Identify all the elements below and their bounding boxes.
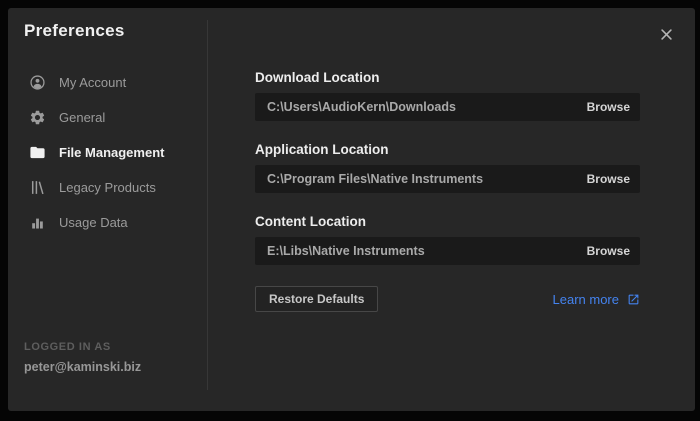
application-browse-button[interactable]: Browse — [587, 172, 630, 186]
download-location-field: C:\Users\AudioKern\Downloads Browse — [255, 93, 640, 121]
download-location-path: C:\Users\AudioKern\Downloads — [267, 100, 456, 114]
sidebar-item-general[interactable]: General — [29, 100, 199, 135]
download-browse-button[interactable]: Browse — [587, 100, 630, 114]
folder-icon — [29, 144, 46, 161]
application-location-field: C:\Program Files\Native Instruments Brow… — [255, 165, 640, 193]
close-button[interactable] — [655, 23, 677, 45]
external-link-icon — [627, 293, 640, 306]
sidebar-item-label: General — [59, 110, 105, 125]
section-heading: Content Location — [255, 214, 640, 229]
logged-in-email: peter@kaminski.biz — [24, 360, 141, 374]
sidebar-item-label: Legacy Products — [59, 180, 156, 195]
logged-in-label: LOGGED IN AS — [24, 341, 111, 353]
sidebar-item-label: My Account — [59, 75, 126, 90]
sidebar-item-file-management[interactable]: File Management — [29, 135, 199, 170]
content-location-field: E:\Libs\Native Instruments Browse — [255, 237, 640, 265]
close-icon — [661, 29, 672, 40]
sidebar-item-my-account[interactable]: My Account — [29, 65, 199, 100]
application-location-path: C:\Program Files\Native Instruments — [267, 172, 483, 186]
bottom-actions-row: Restore Defaults Learn more — [255, 286, 640, 312]
content-location-path: E:\Libs\Native Instruments — [267, 244, 425, 258]
section-heading: Download Location — [255, 70, 640, 85]
sidebar: My Account General File Management Legac… — [29, 65, 199, 240]
file-management-content: Download Location C:\Users\AudioKern\Dow… — [255, 70, 640, 312]
section-heading: Application Location — [255, 142, 640, 157]
sidebar-item-label: File Management — [59, 145, 164, 160]
sidebar-divider — [207, 20, 208, 390]
section-content-location: Content Location E:\Libs\Native Instrume… — [255, 214, 640, 265]
user-icon — [29, 74, 46, 91]
sidebar-item-legacy-products[interactable]: Legacy Products — [29, 170, 199, 205]
learn-more-label: Learn more — [553, 292, 619, 307]
sidebar-item-usage-data[interactable]: Usage Data — [29, 205, 199, 240]
section-download-location: Download Location C:\Users\AudioKern\Dow… — [255, 70, 640, 121]
restore-defaults-button[interactable]: Restore Defaults — [255, 286, 378, 312]
dialog-title: Preferences — [24, 21, 125, 41]
section-application-location: Application Location C:\Program Files\Na… — [255, 142, 640, 193]
legacy-products-icon — [29, 179, 46, 196]
sidebar-item-label: Usage Data — [59, 215, 128, 230]
bar-chart-icon — [29, 214, 46, 231]
content-browse-button[interactable]: Browse — [587, 244, 630, 258]
gear-icon — [29, 109, 46, 126]
preferences-dialog: Preferences My Account General File Ma — [8, 8, 695, 411]
learn-more-link[interactable]: Learn more — [553, 292, 640, 307]
